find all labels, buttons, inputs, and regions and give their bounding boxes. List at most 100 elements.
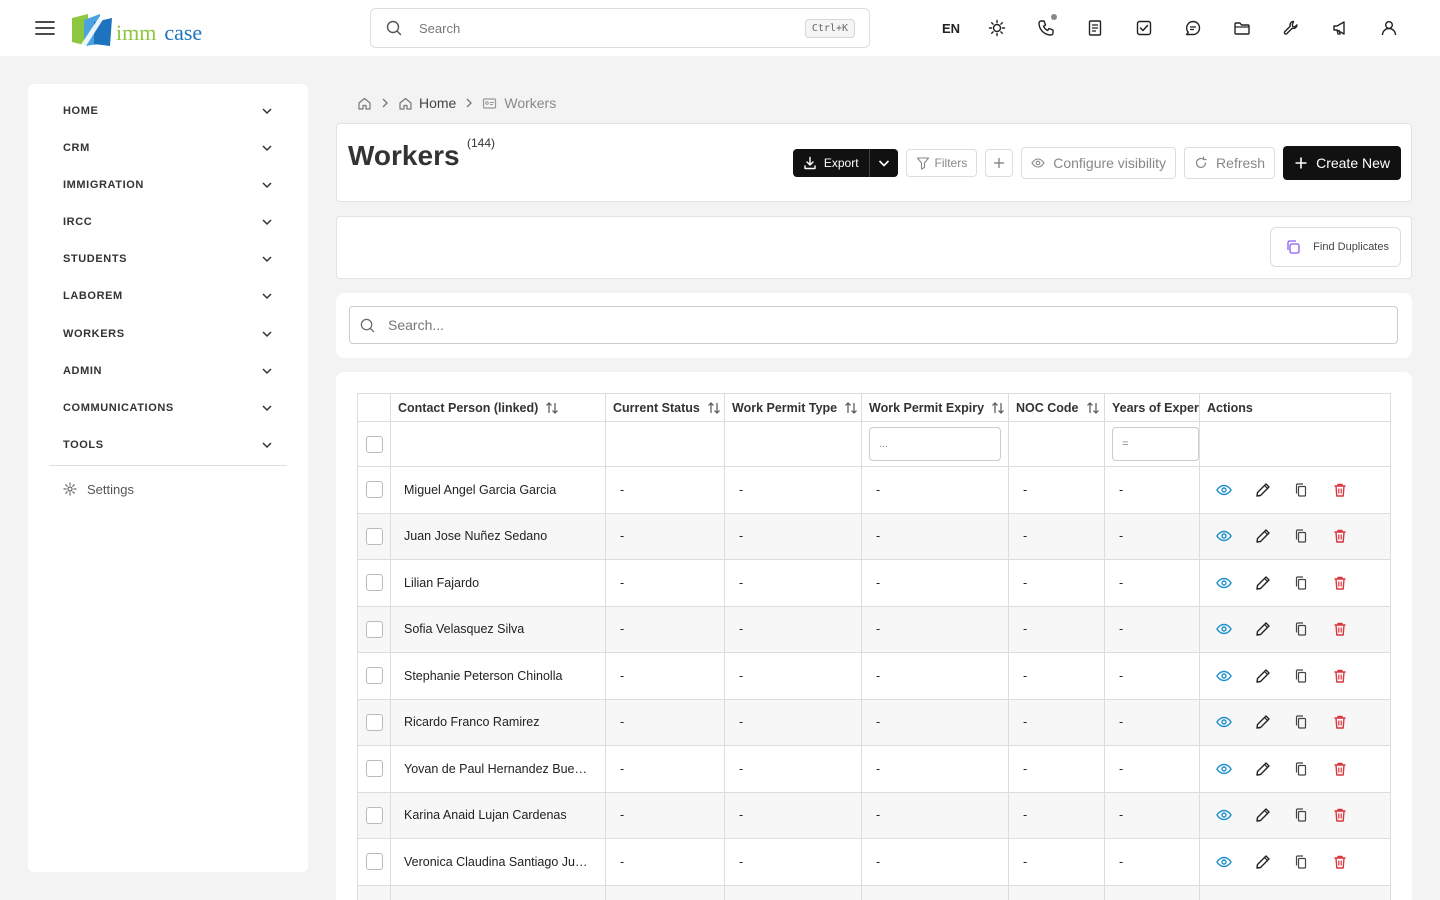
notes-button[interactable]: [1070, 0, 1119, 56]
tools-button[interactable]: [1266, 0, 1315, 56]
view-button[interactable]: [1216, 807, 1232, 823]
sidebar-item-workers[interactable]: WORKERS: [63, 324, 273, 344]
delete-button[interactable]: [1332, 668, 1348, 684]
delete-button[interactable]: [1332, 761, 1348, 777]
column-header-noc-code[interactable]: NOC Code: [1009, 394, 1105, 422]
expiry-filter-input[interactable]: ...: [869, 427, 1001, 461]
edit-button[interactable]: [1255, 528, 1271, 544]
phone-button[interactable]: [1021, 0, 1070, 56]
cell-contact-person[interactable]: Ricardo Franco Ramirez: [391, 699, 606, 746]
delete-button[interactable]: [1332, 807, 1348, 823]
table-row[interactable]: Juan Jose Nuñez Sedano - - - - -: [358, 513, 1391, 560]
sidebar-item-admin[interactable]: ADMIN: [63, 361, 273, 381]
table-row[interactable]: [358, 885, 1391, 900]
documents-button[interactable]: [1217, 0, 1266, 56]
cell-contact-person[interactable]: Juan Jose Nuñez Sedano: [391, 513, 606, 560]
announcements-button[interactable]: [1315, 0, 1364, 56]
row-checkbox[interactable]: [365, 853, 383, 871]
edit-button[interactable]: [1255, 854, 1271, 870]
table-row[interactable]: Stephanie Peterson Chinolla - - - - -: [358, 653, 1391, 700]
table-row[interactable]: Ricardo Franco Ramirez - - - - -: [358, 699, 1391, 746]
table-row[interactable]: Sofia Velasquez Silva - - - - -: [358, 606, 1391, 653]
duplicate-button[interactable]: [1293, 854, 1309, 870]
sidebar-item-immigration[interactable]: IMMIGRATION: [63, 175, 273, 195]
column-header-years-of-experience[interactable]: Years of Experi: [1105, 394, 1200, 422]
duplicate-button[interactable]: [1293, 807, 1309, 823]
add-filter-button[interactable]: [985, 149, 1014, 177]
view-button[interactable]: [1216, 714, 1232, 730]
edit-button[interactable]: [1255, 714, 1271, 730]
chat-button[interactable]: [1168, 0, 1217, 56]
duplicate-button[interactable]: [1293, 668, 1309, 684]
user-menu-button[interactable]: [1364, 0, 1413, 56]
row-checkbox[interactable]: [365, 574, 383, 592]
delete-button[interactable]: [1332, 714, 1348, 730]
view-button[interactable]: [1216, 761, 1232, 777]
refresh-button[interactable]: Refresh: [1184, 147, 1276, 179]
row-checkbox[interactable]: [365, 527, 383, 545]
table-row[interactable]: Veronica Claudina Santiago Ju… - - - - -: [358, 839, 1391, 886]
cell-contact-person[interactable]: Stephanie Peterson Chinolla: [391, 653, 606, 700]
sidebar-item-communications[interactable]: COMMUNICATIONS: [63, 398, 273, 418]
delete-button[interactable]: [1332, 854, 1348, 870]
sort-icon[interactable]: [844, 401, 858, 415]
delete-button[interactable]: [1332, 621, 1348, 637]
view-button[interactable]: [1216, 575, 1232, 591]
table-search-input[interactable]: Search...: [349, 306, 1398, 344]
theme-toggle-button[interactable]: [972, 0, 1021, 56]
years-filter-input[interactable]: =: [1112, 427, 1199, 461]
cell-contact-person[interactable]: Sofia Velasquez Silva: [391, 606, 606, 653]
language-switcher[interactable]: EN: [930, 21, 972, 36]
row-checkbox[interactable]: [365, 481, 383, 499]
edit-button[interactable]: [1255, 621, 1271, 637]
edit-button[interactable]: [1255, 807, 1271, 823]
sort-icon[interactable]: [1086, 401, 1100, 415]
view-button[interactable]: [1216, 528, 1232, 544]
sidebar-item-settings[interactable]: Settings: [63, 479, 134, 499]
duplicate-button[interactable]: [1293, 482, 1309, 498]
hamburger-menu-icon[interactable]: [34, 17, 56, 39]
edit-button[interactable]: [1255, 575, 1271, 591]
filters-button[interactable]: Filters: [905, 149, 978, 177]
cell-contact-person[interactable]: Miguel Angel Garcia Garcia: [391, 467, 606, 514]
row-checkbox[interactable]: [365, 620, 383, 638]
view-button[interactable]: [1216, 482, 1232, 498]
global-search-input[interactable]: Search Ctrl+K: [370, 8, 870, 48]
delete-button[interactable]: [1332, 575, 1348, 591]
select-all-checkbox[interactable]: [365, 435, 383, 453]
cell-contact-person[interactable]: Lilian Fajardo: [391, 560, 606, 607]
view-button[interactable]: [1216, 854, 1232, 870]
export-dropdown-toggle[interactable]: [870, 149, 898, 177]
duplicate-button[interactable]: [1293, 528, 1309, 544]
configure-visibility-button[interactable]: Configure visibility: [1021, 147, 1177, 179]
column-header-contact-person[interactable]: Contact Person (linked): [391, 394, 606, 422]
create-new-button[interactable]: Create New: [1283, 146, 1401, 180]
export-button[interactable]: Export: [793, 149, 870, 177]
sidebar-item-ircc[interactable]: IRCC: [63, 212, 273, 232]
sidebar-item-laborem[interactable]: LABOREM: [63, 286, 273, 306]
table-row[interactable]: Miguel Angel Garcia Garcia - - - - -: [358, 467, 1391, 514]
row-checkbox[interactable]: [365, 713, 383, 731]
sidebar-item-tools[interactable]: TOOLS: [63, 435, 273, 455]
table-row[interactable]: Karina Anaid Lujan Cardenas - - - - -: [358, 792, 1391, 839]
row-checkbox[interactable]: [365, 667, 383, 685]
sort-icon[interactable]: [991, 401, 1005, 415]
sidebar-item-students[interactable]: STUDENTS: [63, 249, 273, 269]
sort-icon[interactable]: [707, 401, 721, 415]
duplicate-button[interactable]: [1293, 761, 1309, 777]
row-checkbox[interactable]: [365, 760, 383, 778]
table-row[interactable]: Lilian Fajardo - - - - -: [358, 560, 1391, 607]
find-duplicates-button[interactable]: Find Duplicates: [1270, 227, 1401, 267]
duplicate-button[interactable]: [1293, 621, 1309, 637]
cell-contact-person[interactable]: Karina Anaid Lujan Cardenas: [391, 792, 606, 839]
delete-button[interactable]: [1332, 528, 1348, 544]
sort-icon[interactable]: [545, 401, 559, 415]
duplicate-button[interactable]: [1293, 714, 1309, 730]
view-button[interactable]: [1216, 621, 1232, 637]
delete-button[interactable]: [1332, 482, 1348, 498]
edit-button[interactable]: [1255, 761, 1271, 777]
breadcrumb-home-link[interactable]: Home: [398, 95, 456, 111]
app-logo[interactable]: imm case: [70, 10, 202, 48]
table-row[interactable]: Yovan de Paul Hernandez Bue… - - - - -: [358, 746, 1391, 793]
row-checkbox[interactable]: [365, 806, 383, 824]
